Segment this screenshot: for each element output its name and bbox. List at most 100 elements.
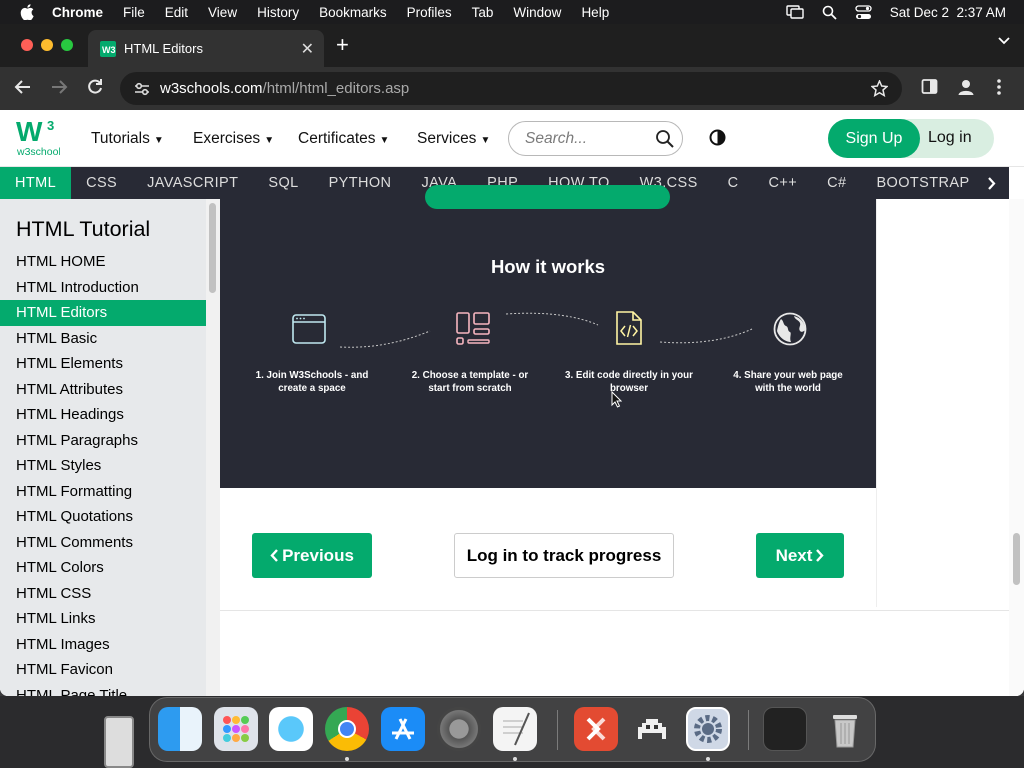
menu-chrome[interactable]: Chrome bbox=[52, 5, 103, 20]
right-column-divider bbox=[876, 199, 877, 607]
window-minimize-button[interactable] bbox=[41, 39, 53, 51]
reload-icon[interactable] bbox=[86, 78, 104, 96]
minimized-window-thumb[interactable] bbox=[763, 707, 807, 751]
launchpad-icon[interactable] bbox=[214, 707, 258, 751]
sidebar-item-html-formatting[interactable]: HTML Formatting bbox=[0, 479, 206, 505]
topic-sql[interactable]: SQL bbox=[253, 167, 313, 199]
menu-file[interactable]: File bbox=[123, 5, 145, 20]
topic-bootstrap[interactable]: BOOTSTRAP bbox=[861, 167, 984, 199]
auth-buttons: Sign Up Log in bbox=[828, 119, 994, 158]
menu-view[interactable]: View bbox=[208, 5, 237, 20]
back-arrow-icon[interactable] bbox=[14, 78, 32, 96]
screen-mirroring-icon[interactable] bbox=[785, 5, 804, 19]
app-store-icon[interactable] bbox=[381, 707, 425, 751]
nav-certificates[interactable]: Certificates ▼ bbox=[298, 130, 389, 148]
address-bar[interactable]: w3schools.com/html/html_editors.asp bbox=[120, 72, 902, 105]
w3schools-favicon-icon: W3 bbox=[100, 40, 116, 57]
menu-history[interactable]: History bbox=[257, 5, 299, 20]
topics-scroll-right-button[interactable] bbox=[973, 167, 1009, 199]
sidebar-item-html-favicon[interactable]: HTML Favicon bbox=[0, 657, 206, 683]
nav-exercises[interactable]: Exercises ▼ bbox=[193, 130, 274, 148]
side-panel-icon[interactable] bbox=[921, 78, 938, 95]
bookmark-star-icon[interactable] bbox=[871, 80, 888, 97]
spotlight-search-icon[interactable] bbox=[822, 5, 837, 20]
sidebar-item-html-images[interactable]: HTML Images bbox=[0, 632, 206, 658]
window-thumbnail[interactable] bbox=[104, 716, 134, 768]
sidebar-item-html-basic[interactable]: HTML Basic bbox=[0, 326, 206, 352]
topic-csharp[interactable]: C# bbox=[812, 167, 861, 199]
page-scrollbar[interactable] bbox=[1009, 199, 1024, 696]
sidebar-item-html-attributes[interactable]: HTML Attributes bbox=[0, 377, 206, 403]
sidebar-item-html-elements[interactable]: HTML Elements bbox=[0, 351, 206, 377]
sidebar-item-html-links[interactable]: HTML Links bbox=[0, 606, 206, 632]
textedit-icon[interactable] bbox=[493, 707, 537, 751]
sidebar-item-html-styles[interactable]: HTML Styles bbox=[0, 453, 206, 479]
sidebar-scroll-thumb[interactable] bbox=[209, 203, 216, 293]
sign-up-button[interactable]: Sign Up bbox=[828, 119, 920, 158]
menu-profiles[interactable]: Profiles bbox=[407, 5, 452, 20]
profile-avatar-icon[interactable] bbox=[957, 78, 975, 96]
tab-strip: W3 HTML Editors ✕ + bbox=[0, 24, 1024, 67]
sidebar-item-html-css[interactable]: HTML CSS bbox=[0, 581, 206, 607]
sidebar-item-html-introduction[interactable]: HTML Introduction bbox=[0, 275, 206, 301]
textedit-running-indicator bbox=[513, 757, 517, 761]
browser-tab-active[interactable]: W3 HTML Editors ✕ bbox=[88, 30, 324, 67]
browser-toolbar: w3schools.com/html/html_editors.asp bbox=[0, 67, 1024, 110]
menu-edit[interactable]: Edit bbox=[165, 5, 188, 20]
new-tab-icon[interactable]: + bbox=[336, 32, 349, 58]
search-input[interactable]: Search... bbox=[508, 121, 683, 156]
chrome-menu-kebab-icon[interactable] bbox=[996, 78, 1002, 96]
sidebar-item-html-quotations[interactable]: HTML Quotations bbox=[0, 504, 206, 530]
sidebar-item-html-editors[interactable]: HTML Editors bbox=[0, 300, 206, 326]
forward-arrow-icon[interactable] bbox=[50, 78, 68, 96]
sidebar-item-html-comments[interactable]: HTML Comments bbox=[0, 530, 206, 556]
window-zoom-button[interactable] bbox=[61, 39, 73, 51]
dark-mode-toggle-icon[interactable] bbox=[709, 129, 726, 146]
nav-services[interactable]: Services ▼ bbox=[417, 130, 490, 148]
topic-c[interactable]: C bbox=[713, 167, 754, 199]
menu-tab[interactable]: Tab bbox=[472, 5, 494, 20]
macos-menubar: Chrome File Edit View History Bookmarks … bbox=[0, 0, 1024, 24]
site-settings-icon[interactable] bbox=[134, 82, 150, 96]
chrome-icon[interactable] bbox=[325, 707, 369, 751]
sidebar-item-html-colors[interactable]: HTML Colors bbox=[0, 555, 206, 581]
search-icon[interactable] bbox=[655, 129, 674, 148]
remote-desktop-icon[interactable] bbox=[574, 707, 618, 751]
log-in-button[interactable]: Log in bbox=[928, 129, 972, 147]
control-center-icon[interactable] bbox=[855, 4, 872, 20]
settings-gear-app-icon[interactable] bbox=[686, 707, 730, 751]
sidebar-item-html-paragraphs[interactable]: HTML Paragraphs bbox=[0, 428, 206, 454]
space-invader-app-icon[interactable] bbox=[630, 707, 674, 751]
finder-icon[interactable] bbox=[158, 707, 202, 751]
sidebar-item-html-page-title[interactable]: HTML Page Title bbox=[0, 683, 206, 697]
trash-icon[interactable] bbox=[823, 707, 867, 751]
settings-running-indicator bbox=[706, 757, 710, 761]
menu-window[interactable]: Window bbox=[513, 5, 561, 20]
dock-separator bbox=[748, 710, 749, 750]
caret-down-icon: ▼ bbox=[379, 135, 390, 146]
sidebar-item-html-headings[interactable]: HTML Headings bbox=[0, 402, 206, 428]
menubar-datetime[interactable]: Sat Dec 2 2:37 AM bbox=[890, 5, 1006, 20]
safari-icon[interactable] bbox=[269, 707, 313, 751]
window-close-button[interactable] bbox=[21, 39, 33, 51]
system-settings-icon[interactable] bbox=[437, 707, 481, 751]
topic-cpp[interactable]: C++ bbox=[754, 167, 813, 199]
next-button[interactable]: Next bbox=[756, 533, 844, 578]
topic-html[interactable]: HTML bbox=[0, 167, 72, 199]
nav-tutorials[interactable]: Tutorials ▼ bbox=[91, 130, 164, 148]
sidebar-scrollbar[interactable] bbox=[206, 199, 220, 696]
previous-button[interactable]: Previous bbox=[252, 533, 372, 578]
tab-search-chevron-icon[interactable] bbox=[998, 37, 1010, 45]
topic-javascript[interactable]: JAVASCRIPT bbox=[132, 167, 253, 199]
how-it-works-panel: How it works 1. Join W3Schools - and crea… bbox=[220, 185, 876, 488]
tab-close-icon[interactable]: ✕ bbox=[301, 39, 314, 59]
apple-menu-icon[interactable] bbox=[20, 4, 34, 20]
topic-css[interactable]: CSS bbox=[71, 167, 132, 199]
w3schools-logo[interactable]: W 3 w3schools bbox=[16, 117, 60, 159]
menu-help[interactable]: Help bbox=[581, 5, 609, 20]
menu-bookmarks[interactable]: Bookmarks bbox=[319, 5, 387, 20]
sidebar-item-html-home[interactable]: HTML HOME bbox=[0, 249, 206, 275]
page-scroll-thumb[interactable] bbox=[1013, 533, 1020, 585]
topic-python[interactable]: PYTHON bbox=[314, 167, 407, 199]
track-progress-button[interactable]: Log in to track progress bbox=[454, 533, 674, 578]
